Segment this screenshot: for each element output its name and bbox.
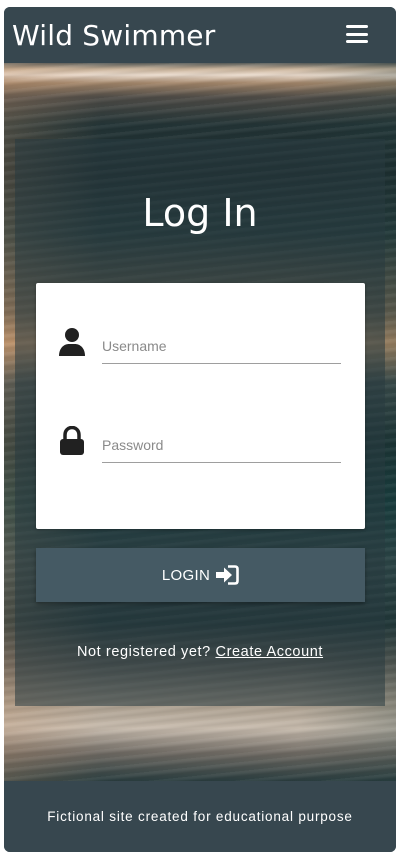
brand-logo[interactable]: Wild Swimmer <box>12 19 215 52</box>
app-frame: Wild Swimmer Log In Username LOGIN Not r… <box>4 7 396 852</box>
password-field <box>58 422 343 463</box>
user-icon <box>59 328 85 356</box>
password-input[interactable] <box>102 422 341 463</box>
username-input[interactable] <box>102 323 341 364</box>
login-form-card <box>36 283 365 529</box>
create-account-link[interactable]: Create Account <box>216 644 324 660</box>
login-button[interactable]: LOGIN <box>36 548 365 602</box>
footer: Fictional site created for educational p… <box>4 781 396 852</box>
register-prompt: Not registered yet? Create Account <box>15 644 385 660</box>
footer-text: Fictional site created for educational p… <box>47 809 353 824</box>
sign-in-icon <box>216 565 239 585</box>
hero-background: Log In LOGIN <box>4 63 396 781</box>
lock-icon <box>60 426 84 455</box>
register-prompt-text: Not registered yet? <box>76 644 211 660</box>
username-field <box>58 323 343 364</box>
navbar: Wild Swimmer <box>4 7 396 63</box>
login-button-label: LOGIN <box>161 566 211 584</box>
page-title: Log In <box>142 191 258 235</box>
login-panel: Log In LOGIN <box>15 139 385 706</box>
hamburger-menu-icon[interactable] <box>346 25 368 43</box>
